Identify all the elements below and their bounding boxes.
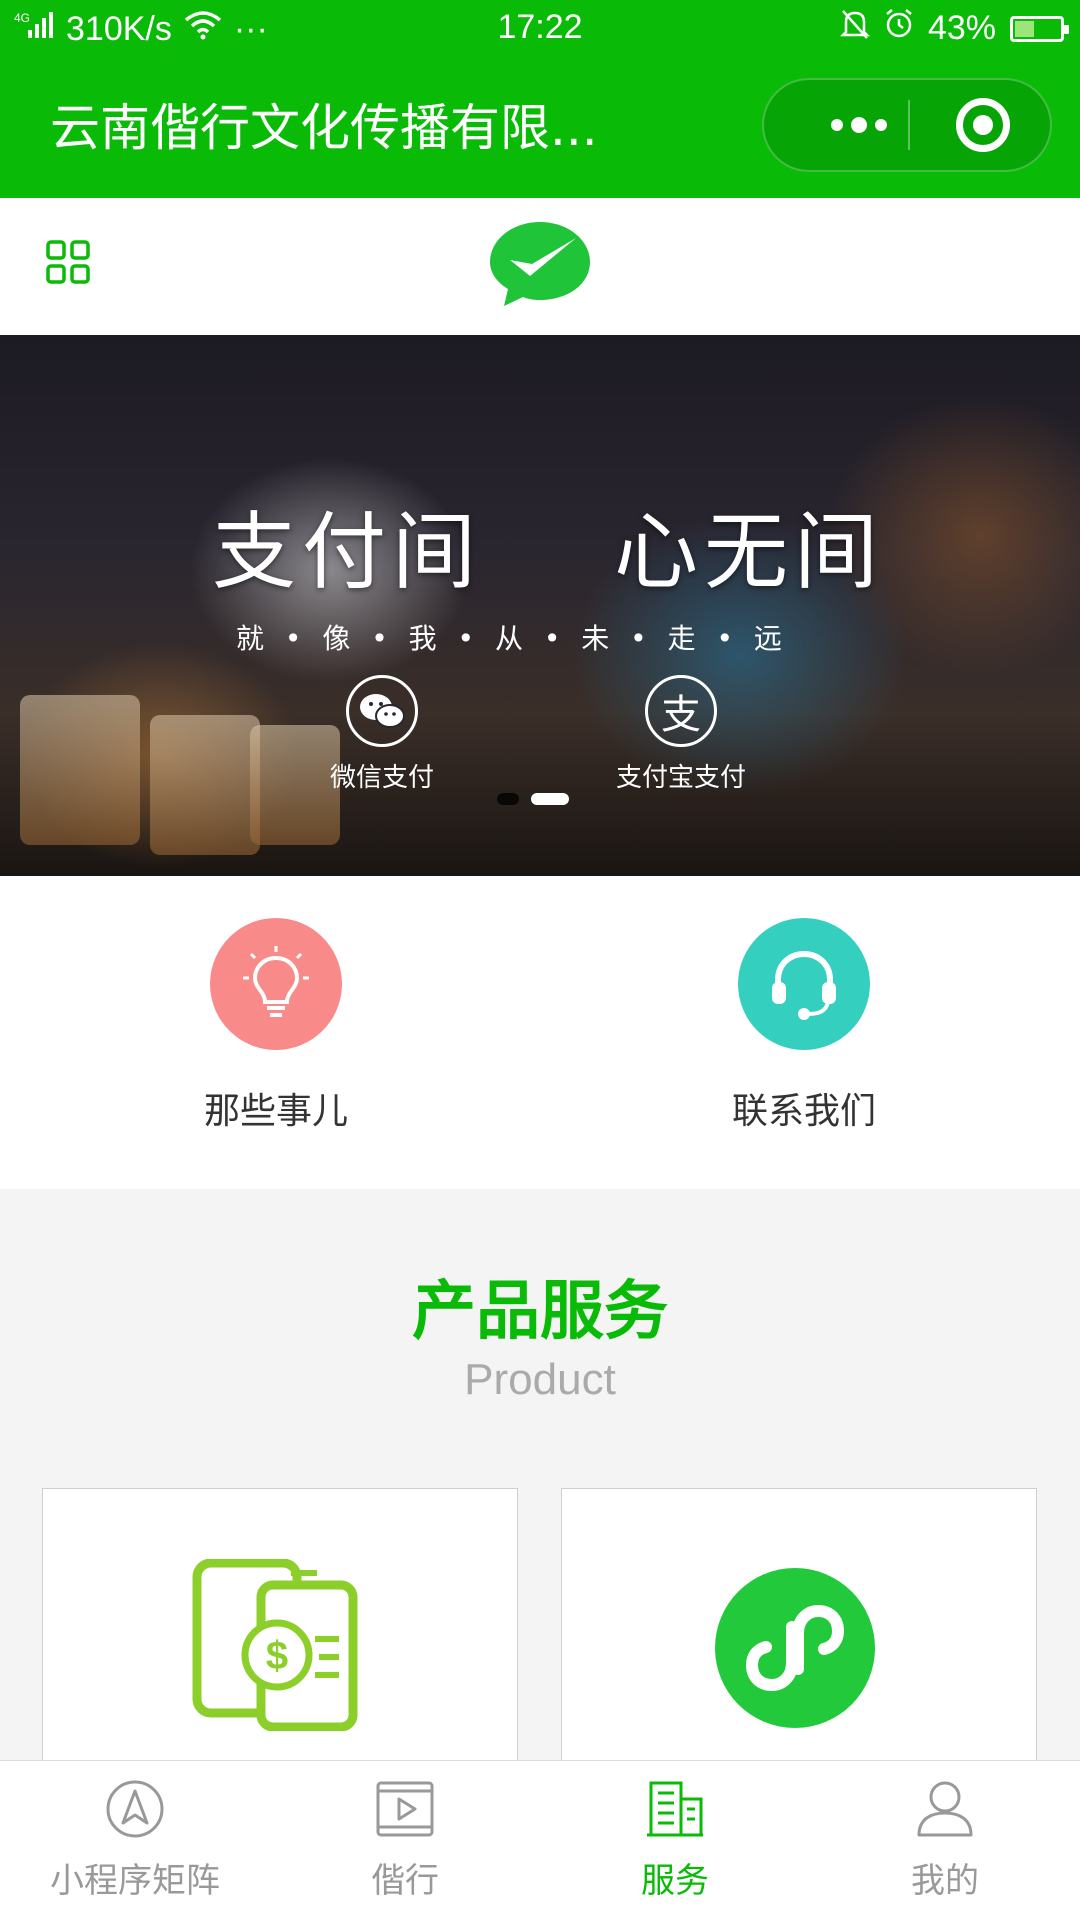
- mute-bell-icon: [839, 8, 870, 49]
- alarm-icon: [884, 8, 914, 49]
- tab-label: 服务: [641, 1861, 709, 1901]
- tab-label: 我的: [911, 1861, 979, 1901]
- carousel-dot[interactable]: [497, 793, 519, 805]
- mobile-payment-icon: $: [192, 1559, 358, 1731]
- close-mini-program-button[interactable]: [956, 98, 1010, 152]
- more-dot: [831, 119, 843, 131]
- building-icon: [647, 1781, 703, 1837]
- more-dot: [851, 117, 867, 133]
- quick-link-contact[interactable]: 联系我们: [654, 918, 954, 1134]
- tab-mine[interactable]: 我的: [810, 1779, 1080, 1902]
- capsule-divider: [908, 100, 910, 150]
- wechat-pay-label: 微信支付: [330, 763, 435, 793]
- mini-program-icon: [715, 1568, 875, 1728]
- wechat-pay-badge: 微信支付: [330, 675, 434, 794]
- tab-xiexing[interactable]: 偕行: [270, 1779, 540, 1902]
- video-icon: [376, 1781, 434, 1837]
- compass-icon: [106, 1780, 164, 1838]
- lightbulb-icon: [210, 918, 342, 1050]
- battery-level: [1015, 20, 1034, 37]
- carousel-dot-active[interactable]: [531, 793, 569, 805]
- banner-carousel[interactable]: 支付间 心无间 就 • 像 • 我 • 从 • 未 • 走 • 远 微信支付 支…: [0, 335, 1080, 876]
- tab-label: 偕行: [371, 1861, 439, 1901]
- svg-text:$: $: [266, 1634, 288, 1678]
- carousel-indicator: [497, 793, 569, 805]
- grid-menu-icon[interactable]: [46, 240, 90, 284]
- navigation-bar: 云南偕行文化传播有限...: [0, 58, 1080, 198]
- header-bar: [0, 198, 1080, 335]
- tab-label: 小程序矩阵: [50, 1861, 220, 1901]
- user-icon: [917, 1781, 973, 1837]
- banner-headline-right: 心无间: [614, 503, 885, 601]
- alipay-icon: 支: [645, 675, 717, 747]
- quick-link-stories[interactable]: 那些事儿: [126, 918, 426, 1134]
- quick-link-label: 联系我们: [731, 1091, 876, 1132]
- tab-mini-program-matrix[interactable]: 小程序矩阵: [0, 1779, 270, 1902]
- quick-links: 那些事儿 联系我们: [0, 876, 1080, 1189]
- status-bar: 4G 310K/s ··· 17:22 43%: [0, 0, 1080, 58]
- page-title: 云南偕行文化传播有限...: [50, 99, 598, 157]
- section-subtitle: Product: [464, 1355, 616, 1404]
- more-dot: [875, 119, 887, 131]
- bottom-tab-bar: 小程序矩阵 偕行 服务 我的: [0, 1760, 1080, 1921]
- banner-headline-left: 支付间: [212, 503, 483, 601]
- battery-percent: 43%: [927, 9, 996, 47]
- section-title: 产品服务: [412, 1275, 668, 1349]
- alipay-glyph: 支: [661, 692, 701, 738]
- banner-slogan: 就 • 像 • 我 • 从 • 未 • 走 • 远: [236, 622, 788, 655]
- battery-icon: [1010, 15, 1069, 42]
- wechat-icon: [346, 675, 418, 747]
- tab-services[interactable]: 服务: [540, 1779, 810, 1902]
- wechat-pay-logo-icon: [490, 222, 590, 306]
- alipay-label: 支付宝支付: [616, 763, 747, 793]
- headset-icon: [738, 918, 870, 1050]
- more-button[interactable]: [804, 80, 914, 170]
- product-card[interactable]: $: [42, 1488, 518, 1788]
- mini-program-capsule: [762, 78, 1052, 172]
- alipay-badge: 支 支付宝支付: [616, 675, 746, 794]
- quick-link-label: 那些事儿: [203, 1091, 348, 1132]
- product-card[interactable]: [561, 1488, 1037, 1788]
